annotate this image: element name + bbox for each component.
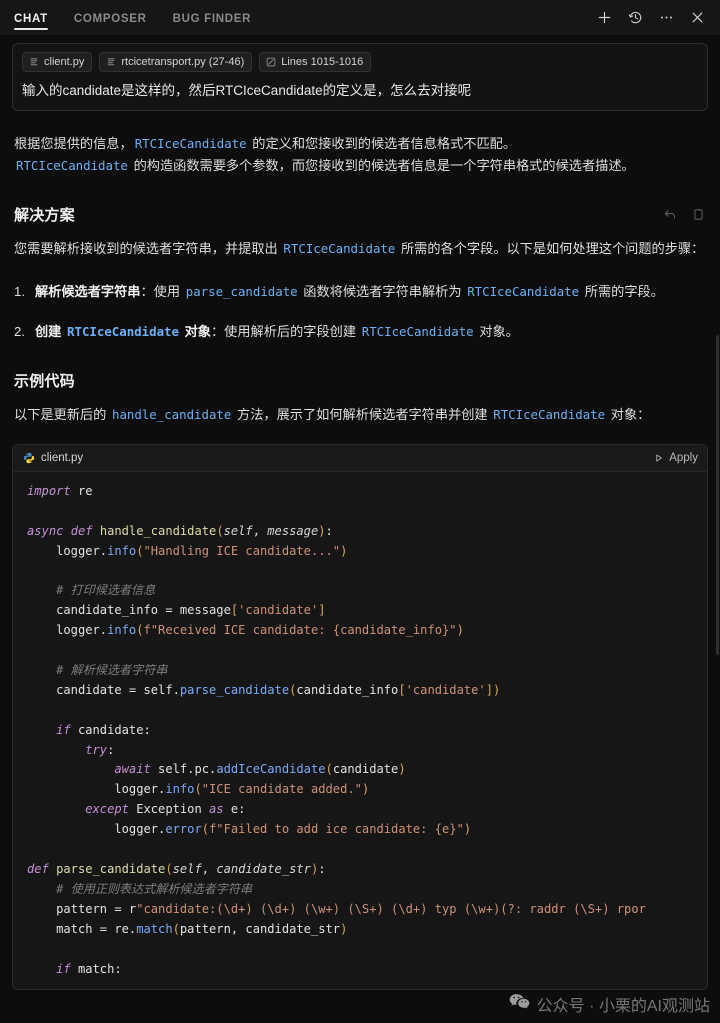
- step-number: 1.: [14, 283, 25, 299]
- code-filename-label: client.py: [41, 451, 84, 464]
- step-bold-b: 对象: [180, 324, 211, 340]
- solution-text-a: 您需要解析接收到的候选者字符串，并提取出: [14, 240, 282, 256]
- apply-label: Apply: [669, 451, 698, 464]
- example-text-a: 以下是更新后的: [14, 407, 110, 423]
- conversation-scroll-area[interactable]: client.py rtcicetransport.py (27-46) Lin…: [0, 35, 720, 1023]
- chat-panel: CHAT COMPOSER BUG FINDER client.py rtcic…: [0, 0, 720, 1023]
- intro-text-c: 的构造函数需要多个参数，而您接收到的候选者信息是一个字符串格式的候选者描述。: [129, 158, 635, 174]
- file-icon: [28, 57, 39, 68]
- code-block: client.py Apply import re async def hand…: [12, 443, 708, 991]
- context-chip-label: Lines 1015-1016: [281, 56, 364, 68]
- watermark: 公众号 · 小栗的AI观测站: [509, 992, 710, 1016]
- tab-bug-finder-label: BUG FINDER: [172, 12, 252, 25]
- step-bold-a: 解析候选者字符串: [35, 283, 141, 299]
- context-chip-lines[interactable]: Lines 1015-1016: [259, 52, 372, 72]
- inline-code-rtcicecandidate: RTCIceCandidate: [67, 324, 179, 340]
- context-chip-client-py[interactable]: client.py: [22, 52, 93, 72]
- solution-step-list: 1. 解析候选者字符串：使用 parse_candidate 函数将候选者字符串解…: [14, 281, 706, 344]
- code-block-filename[interactable]: client.py: [23, 452, 83, 464]
- list-item: 1. 解析候选者字符串：使用 parse_candidate 函数将候选者字符串解…: [14, 281, 706, 304]
- plus-icon[interactable]: [596, 9, 613, 26]
- history-icon[interactable]: [627, 9, 644, 26]
- step-text-a: ：使用: [140, 283, 184, 299]
- more-options-icon[interactable]: [658, 9, 675, 26]
- tab-bug-finder[interactable]: BUG FINDER: [173, 0, 252, 35]
- inline-code-rtcicecandidate: RTCIceCandidate: [493, 407, 606, 423]
- user-prompt-card: client.py rtcicetransport.py (27-46) Lin…: [12, 43, 708, 111]
- close-icon[interactable]: [689, 9, 706, 26]
- inline-code-rtcicecandidate: RTCIceCandidate: [467, 283, 580, 299]
- python-icon: [23, 452, 35, 464]
- context-chip-rtcicetransport-py[interactable]: rtcicetransport.py (27-46): [99, 52, 253, 72]
- header-actions: [596, 9, 710, 26]
- copy-icon[interactable]: [691, 207, 706, 222]
- revert-icon[interactable]: [663, 207, 678, 222]
- wechat-icon: [509, 993, 530, 1016]
- assistant-message: 根据您提供的信息， RTCIceCandidate 的定义和您接收到的候选者信息格…: [0, 133, 720, 427]
- step-number: 2.: [14, 324, 25, 340]
- step-text-a: ：使用解析后的字段创建: [211, 324, 360, 340]
- solution-paragraph: 您需要解析接收到的候选者字符串，并提取出 RTCIceCandidate 所需的…: [14, 238, 706, 261]
- inline-code-parse-candidate: parse_candidate: [185, 283, 298, 299]
- watermark-text: 公众号 · 小栗的AI观测站: [536, 998, 710, 1015]
- step-bold-a: 创建: [35, 324, 66, 340]
- inline-code-rtcicecandidate: RTCIceCandidate: [16, 158, 128, 174]
- inline-code-handle-candidate: handle_candidate: [111, 407, 232, 423]
- example-text-c: 对象：: [607, 407, 651, 423]
- apply-button[interactable]: Apply: [654, 452, 698, 464]
- tab-bar: CHAT COMPOSER BUG FINDER: [14, 0, 251, 35]
- example-code-paragraph: 以下是更新后的 handle_candidate 方法，展示了如何解析候选者字符…: [14, 404, 706, 427]
- context-chip-list: client.py rtcicetransport.py (27-46) Lin…: [22, 52, 698, 72]
- context-chip-label: rtcicetransport.py (27-46): [121, 56, 245, 68]
- solution-text-b: 所需的各个字段。以下是如何处理这个问题的步骤：: [397, 240, 705, 256]
- file-icon: [105, 57, 116, 68]
- context-chip-label: client.py: [44, 56, 85, 68]
- example-text-b: 方法，展示了如何解析候选者字符串并创建: [233, 407, 492, 423]
- intro-paragraph: 根据您提供的信息， RTCIceCandidate 的定义和您接收到的候选者信息格…: [14, 133, 706, 178]
- intro-text-b: 的定义和您接收到的候选者信息格式不匹配。: [248, 135, 517, 151]
- tab-composer-label: COMPOSER: [73, 12, 147, 25]
- lines-icon: [265, 57, 276, 68]
- message-actions: [663, 207, 706, 222]
- tab-chat-label: CHAT: [14, 12, 48, 25]
- section-title-example-code: 示例代码: [14, 373, 75, 391]
- tab-composer[interactable]: COMPOSER: [74, 0, 147, 35]
- scrollbar-thumb[interactable]: [716, 335, 719, 655]
- inline-code-rtcicecandidate: RTCIceCandidate: [361, 324, 474, 340]
- user-prompt-text: 输入的candidate是这样的，然后RTCIceCandidate的定义是，怎…: [22, 83, 472, 98]
- step-text-b: 对象。: [475, 324, 519, 340]
- intro-text-a: 根据您提供的信息，: [14, 135, 133, 151]
- step-text-b: 函数将候选者字符串解析为: [299, 283, 466, 299]
- inline-code-rtcicecandidate: RTCIceCandidate: [283, 240, 396, 256]
- inline-code-rtcicecandidate: RTCIceCandidate: [134, 135, 247, 151]
- section-title-solution: 解决方案: [14, 206, 75, 224]
- tab-chat[interactable]: CHAT: [14, 0, 48, 35]
- list-item: 2. 创建 RTCIceCandidate 对象：使用解析后的字段创建 RTCIc…: [14, 321, 706, 344]
- step-text-c: 所需的字段。: [581, 283, 664, 299]
- code-block-header: client.py Apply: [13, 444, 707, 472]
- code-content[interactable]: import re async def handle_candidate(sel…: [13, 471, 707, 990]
- panel-header: CHAT COMPOSER BUG FINDER: [0, 0, 720, 35]
- play-icon: [654, 453, 664, 463]
